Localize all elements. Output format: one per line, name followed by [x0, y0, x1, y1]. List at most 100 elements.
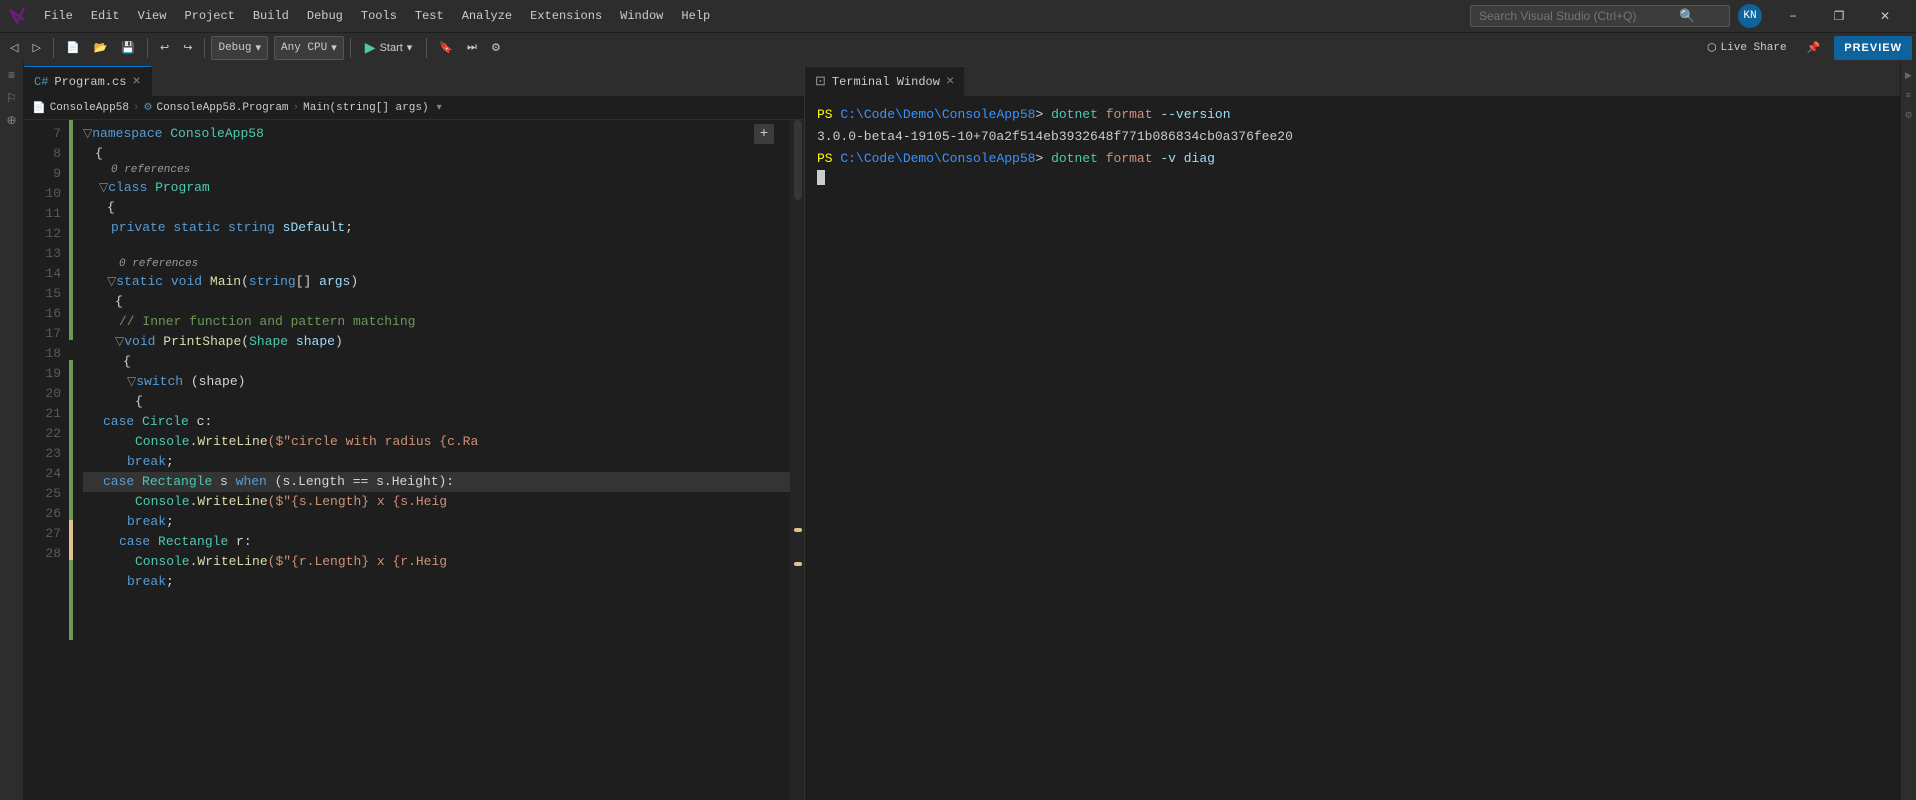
terminal-tab[interactable]: ⊡ Terminal Window ×: [805, 66, 964, 96]
menu-window[interactable]: Window: [612, 5, 671, 27]
toolbar-pin-button[interactable]: 📌: [1801, 36, 1827, 60]
menu-debug[interactable]: Debug: [299, 5, 351, 27]
code-editor: 7 8 9 10 11 12 13 14 15 16 17 18 19 20 2…: [24, 120, 804, 800]
start-button[interactable]: ▶ Start ▾: [357, 36, 421, 60]
toolbar-new-button[interactable]: 📄: [60, 36, 86, 60]
menu-bar: File Edit View Project Build Debug Tools…: [36, 5, 718, 27]
title-bar-right: 🔍 KN − ❐ ✕: [1470, 0, 1908, 32]
toolbar: ◁ ▷ 📄 📂 💾 ↩ ↪ Debug ▾ Any CPU ▾ ▶ Start …: [0, 32, 1916, 62]
activity-icon-1[interactable]: ≡: [2, 66, 22, 86]
code-line-10: {: [83, 198, 790, 218]
toolbar-undo-button[interactable]: ↩: [154, 36, 175, 60]
debug-config-dropdown[interactable]: Debug ▾: [211, 36, 268, 60]
toolbar-misc1[interactable]: ⚙: [485, 36, 507, 60]
live-share-area: ⬡ Live Share 📌 PREVIEW: [1701, 36, 1912, 60]
tab-close-button[interactable]: ×: [132, 75, 140, 89]
menu-test[interactable]: Test: [407, 5, 452, 27]
code-line-25: break;: [83, 512, 790, 532]
code-line-9: ▽ class Program: [83, 178, 790, 198]
toolbar-bookmark-button[interactable]: 🔖: [433, 36, 459, 60]
search-input[interactable]: [1479, 9, 1679, 23]
toolbar-redo-button[interactable]: ↪: [177, 36, 198, 60]
search-icon: 🔍: [1679, 9, 1695, 24]
code-line-17: {: [83, 352, 790, 372]
fold-icon-9[interactable]: ▽: [99, 178, 108, 198]
close-button[interactable]: ✕: [1862, 0, 1908, 32]
preview-button[interactable]: PREVIEW: [1834, 36, 1912, 60]
breadcrumb-dropdown-icon: ⚙: [144, 102, 153, 114]
terminal-panel: ⊡ Terminal Window × PS C:\Code\Demo\Cons…: [804, 62, 1900, 800]
menu-tools[interactable]: Tools: [353, 5, 405, 27]
breadcrumb-bar: 📄 ConsoleApp58 › ⚙ ConsoleApp58.Program …: [24, 96, 804, 120]
menu-analyze[interactable]: Analyze: [454, 5, 520, 27]
fold-icon-18[interactable]: ▽: [127, 372, 136, 392]
breadcrumb-class[interactable]: ConsoleApp58.Program: [157, 102, 289, 114]
code-ref-9: 0 references: [83, 162, 790, 178]
menu-edit[interactable]: Edit: [83, 5, 128, 27]
code-line-22: break;: [83, 452, 790, 472]
editor-scrollbar[interactable]: [790, 120, 804, 800]
minimize-button[interactable]: −: [1770, 0, 1816, 32]
fold-icon-16[interactable]: ▽: [115, 332, 124, 352]
menu-help[interactable]: Help: [673, 5, 718, 27]
code-line-18: ▽ switch (shape): [83, 372, 790, 392]
title-bar: File Edit View Project Build Debug Tools…: [0, 0, 1916, 32]
live-share-icon: ⬡: [1707, 41, 1717, 55]
title-bar-left: File Edit View Project Build Debug Tools…: [8, 5, 718, 27]
fold-icon-13[interactable]: ▽: [107, 272, 116, 292]
code-ref-13: 0 references: [83, 256, 790, 272]
left-activity-bar: ≡ ⚐ ⊕: [0, 62, 24, 800]
code-content[interactable]: + ▽ namespace ConsoleApp58 { 0 refere: [75, 120, 790, 800]
terminal-cursor: [817, 170, 825, 185]
cs-file-icon: C#: [34, 75, 48, 89]
code-line-23: case Rectangle s when (s.Length == s.Hei…: [83, 472, 790, 492]
terminal-close-button[interactable]: ×: [946, 74, 954, 90]
menu-extensions[interactable]: Extensions: [522, 5, 610, 27]
user-avatar[interactable]: KN: [1738, 4, 1762, 28]
terminal-line-3: PS C:\Code\Demo\ConsoleApp58 > dotnet fo…: [817, 148, 1888, 170]
tab-program-cs[interactable]: C# Program.cs ×: [24, 66, 152, 96]
breadcrumb-method[interactable]: Main(string[] args): [303, 102, 428, 114]
separator-4: [350, 38, 351, 58]
breadcrumb-chevron[interactable]: ▾: [437, 102, 442, 114]
menu-build[interactable]: Build: [245, 5, 297, 27]
code-line-27: Console.WriteLine($"{r.Length} x {r.Heig: [83, 552, 790, 572]
menu-view[interactable]: View: [130, 5, 175, 27]
activity-icon-3[interactable]: ⊕: [2, 110, 22, 130]
search-box[interactable]: 🔍: [1470, 5, 1730, 27]
toolbar-next-bookmark[interactable]: ⏭: [461, 36, 483, 60]
right-activity-3[interactable]: ⚙: [1899, 106, 1916, 126]
right-activity-2[interactable]: ≡: [1899, 86, 1916, 106]
maximize-button[interactable]: ❐: [1816, 0, 1862, 32]
code-line-21: Console.WriteLine($"circle with radius {…: [83, 432, 790, 452]
main-layout: ≡ ⚐ ⊕ C# Program.cs × 📄 ConsoleApp58 › ⚙…: [0, 62, 1916, 800]
terminal-tabs: ⊡ Terminal Window ×: [805, 62, 1900, 96]
toolbar-back-button[interactable]: ◁: [4, 36, 24, 60]
fold-icon-7[interactable]: ▽: [83, 124, 92, 144]
tab-label: Program.cs: [54, 75, 126, 89]
code-line-19: {: [83, 392, 790, 412]
code-line-14: {: [83, 292, 790, 312]
editor-area: C# Program.cs × 📄 ConsoleApp58 › ⚙ Conso…: [24, 62, 804, 800]
separator-1: [53, 38, 54, 58]
breadcrumb-project[interactable]: ConsoleApp58: [50, 102, 129, 114]
toolbar-save-button[interactable]: 💾: [115, 36, 141, 60]
separator-5: [426, 38, 427, 58]
code-line-15: // Inner function and pattern matching: [83, 312, 790, 332]
platform-dropdown[interactable]: Any CPU ▾: [274, 36, 344, 60]
play-icon: ▶: [365, 39, 376, 56]
chevron-down-icon: ▾: [331, 41, 337, 55]
terminal-content[interactable]: PS C:\Code\Demo\ConsoleApp58 > dotnet fo…: [805, 96, 1900, 800]
code-line-16: ▽ void PrintShape(Shape shape): [83, 332, 790, 352]
code-line-26: case Rectangle r:: [83, 532, 790, 552]
terminal-tab-label: Terminal Window: [832, 75, 940, 89]
toolbar-forward-button[interactable]: ▷: [26, 36, 46, 60]
menu-file[interactable]: File: [36, 5, 81, 27]
toolbar-open-button[interactable]: 📂: [88, 36, 114, 60]
live-share-button[interactable]: ⬡ Live Share: [1701, 39, 1793, 57]
activity-icon-2[interactable]: ⚐: [2, 88, 22, 108]
code-line-28: break;: [83, 572, 790, 592]
menu-project[interactable]: Project: [176, 5, 242, 27]
right-activity-1[interactable]: ▶: [1899, 66, 1916, 86]
code-line-7: ▽ namespace ConsoleApp58: [83, 124, 790, 144]
